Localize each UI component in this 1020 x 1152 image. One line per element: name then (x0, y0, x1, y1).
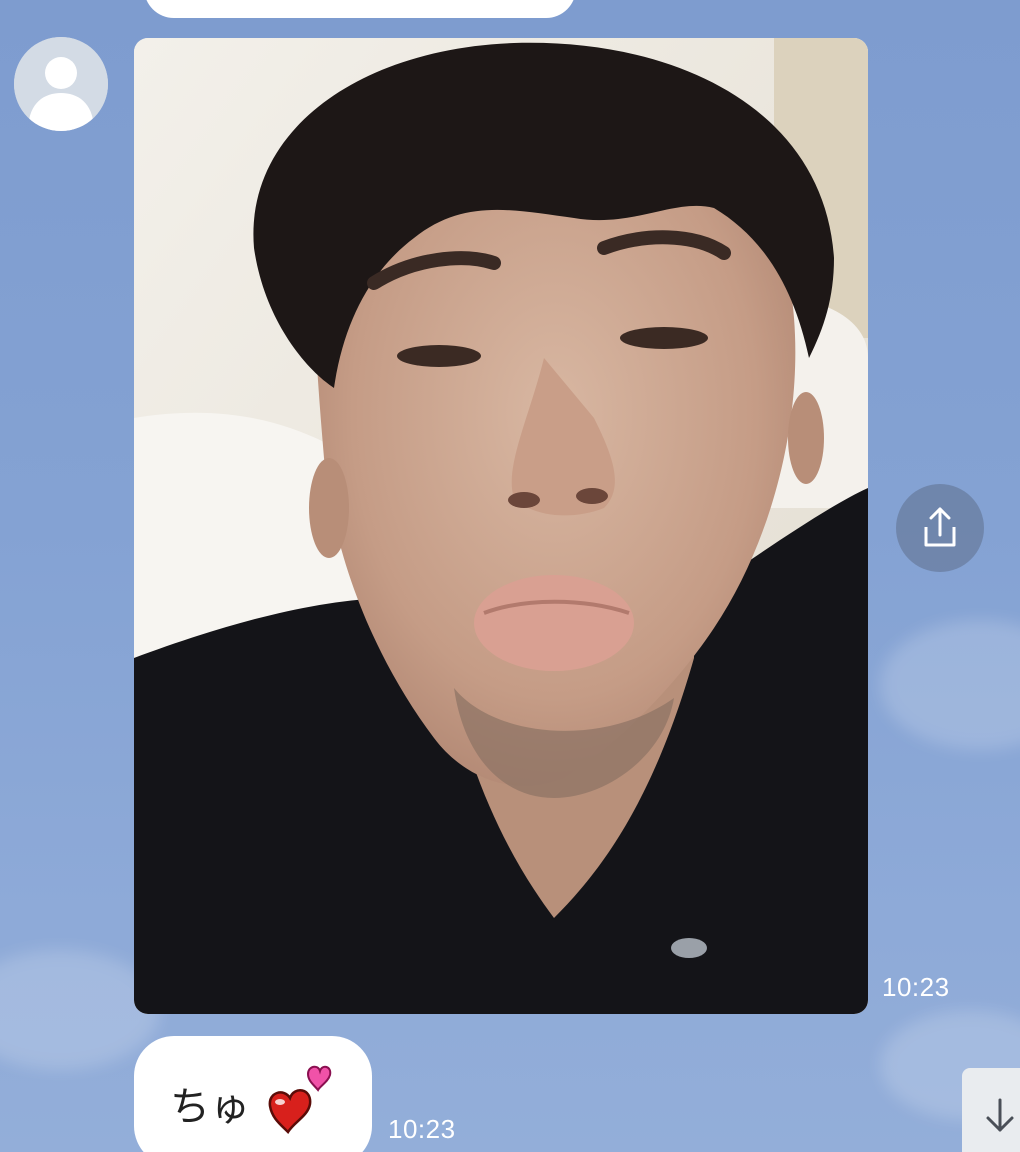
hearts-emoji-icon (268, 1065, 332, 1134)
text-message-bubble[interactable]: ちゅ (134, 1036, 372, 1152)
chat-screen: 10:23 ちゅ 10:23 (0, 0, 1020, 1152)
photo-message[interactable] (134, 38, 868, 1014)
background-cloud (880, 620, 1020, 750)
share-icon (924, 507, 956, 547)
default-user-icon (14, 37, 108, 131)
scroll-to-bottom-button[interactable] (962, 1068, 1020, 1152)
share-button[interactable] (896, 484, 984, 572)
text-message-time: 10:23 (388, 1114, 456, 1144)
message-text: ちゅ (170, 1084, 250, 1130)
previous-message-bubble[interactable] (144, 0, 576, 18)
sender-avatar[interactable] (14, 37, 108, 131)
selfie-photo (134, 38, 868, 1014)
arrow-down-icon (986, 1098, 1014, 1132)
photo-message-time: 10:23 (882, 972, 950, 1002)
